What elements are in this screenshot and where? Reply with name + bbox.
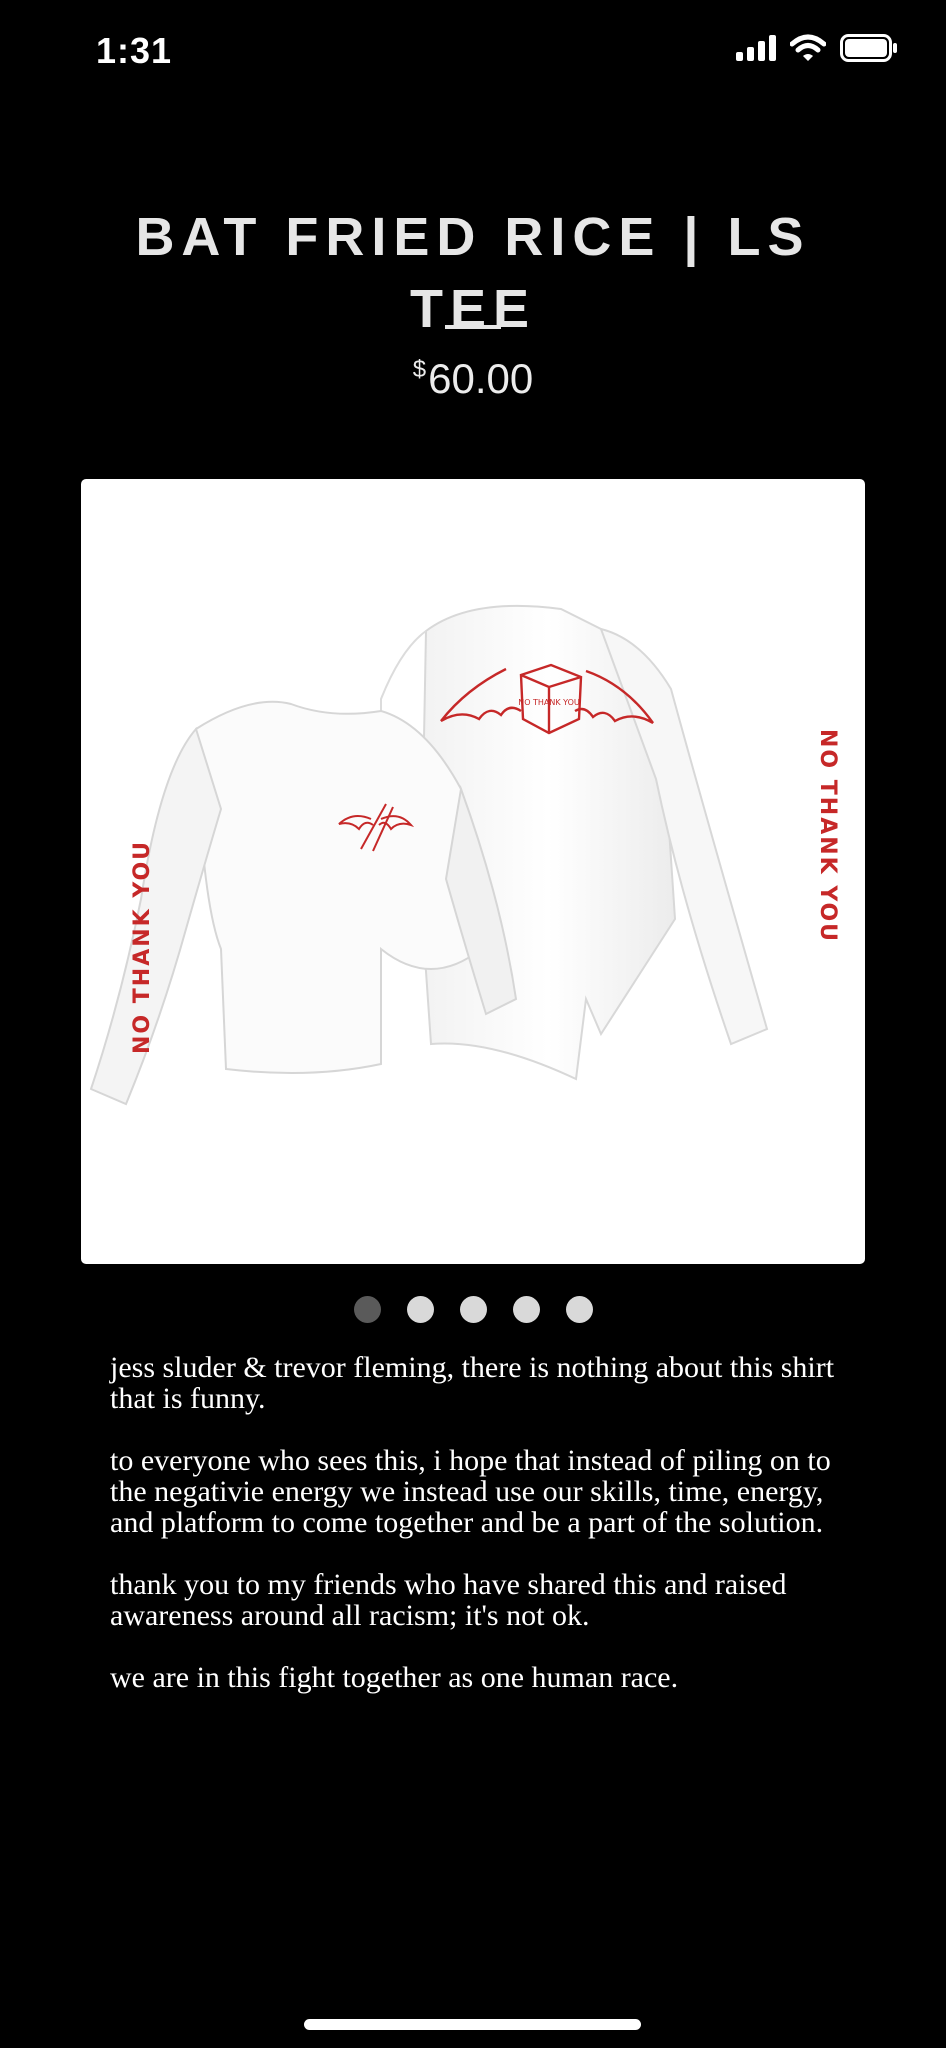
home-indicator[interactable] <box>304 2019 641 2030</box>
carousel-dot-1[interactable] <box>353 1296 381 1323</box>
status-icons <box>736 34 898 62</box>
product-title: BAT FRIED RICE | LS TEE <box>135 207 811 340</box>
sleeve-text-left: NO THANK YOU <box>130 840 155 1054</box>
product-price: $60.00 <box>0 355 946 403</box>
sleeve-text-right: NO THANK YOU <box>815 729 840 943</box>
battery-icon <box>840 34 897 62</box>
carousel-dot-5[interactable] <box>565 1296 593 1323</box>
price-value: 60.00 <box>428 355 534 402</box>
shirt-illustration: NO THANK YOU NO THANK YOU NO THANK YOU <box>89 604 840 1106</box>
description-paragraph: to everyone who sees this, i hope that i… <box>110 1444 831 1539</box>
product-description: jess sluder & trevor fleming, there is n… <box>110 1352 850 1724</box>
cellular-signal-icon <box>736 35 776 61</box>
box-text: NO THANK YOU <box>518 698 580 707</box>
description-paragraph: thank you to my friends who have shared … <box>110 1568 787 1632</box>
carousel-dot-3[interactable] <box>459 1296 487 1323</box>
currency-symbol: $ <box>412 356 427 383</box>
carousel-pagination <box>0 1296 946 1323</box>
product-image[interactable]: NO THANK YOU NO THANK YOU NO THANK YOU <box>81 479 865 1264</box>
carousel-dot-4[interactable] <box>512 1296 540 1323</box>
description-paragraph: jess sluder & trevor fleming, there is n… <box>110 1351 835 1415</box>
description-paragraph: we are in this fight together as one hum… <box>110 1661 679 1694</box>
wifi-icon <box>790 34 826 61</box>
carousel-dot-2[interactable] <box>406 1296 434 1323</box>
title-divider <box>445 325 501 329</box>
status-time: 1:31 <box>96 30 173 71</box>
status-bar: 1:31 <box>0 0 946 104</box>
